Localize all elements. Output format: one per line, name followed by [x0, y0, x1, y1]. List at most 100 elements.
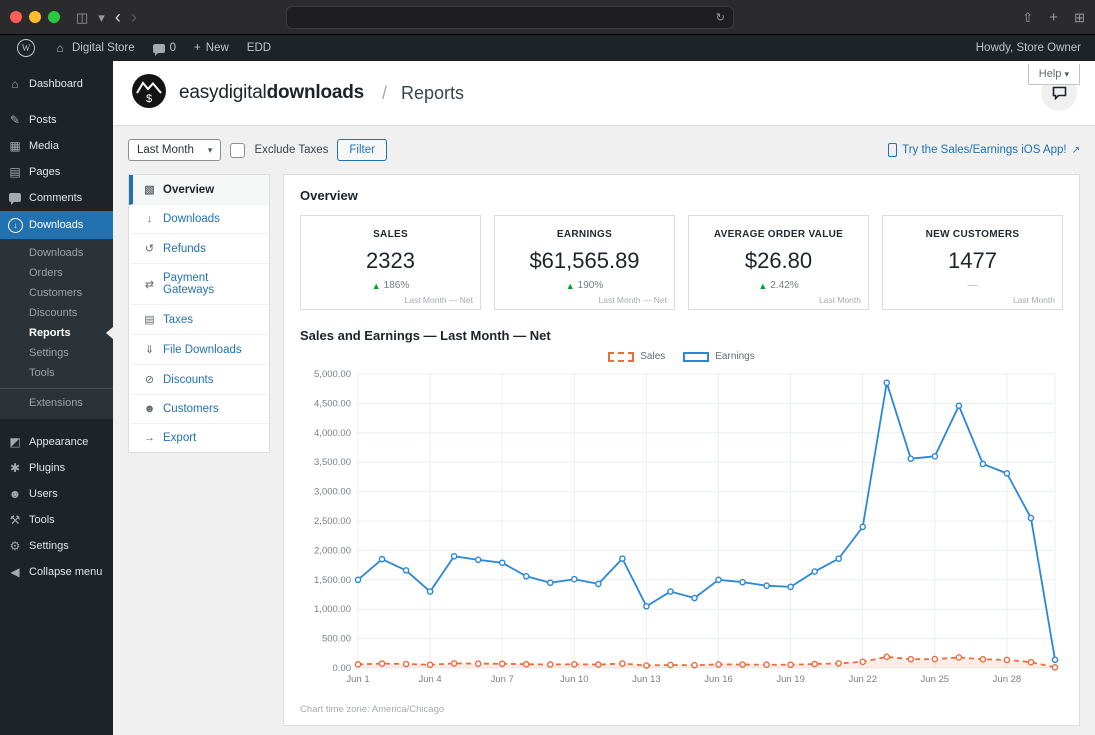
earnings-point[interactable]	[354, 576, 362, 584]
comments-menu[interactable]: 0	[144, 35, 185, 61]
earnings-point[interactable]	[715, 576, 722, 584]
earnings-point[interactable]	[739, 578, 746, 586]
earnings-point[interactable]	[1027, 514, 1035, 522]
share-icon[interactable]: ⇧	[1022, 11, 1033, 24]
tab-export[interactable]: → Export	[129, 424, 269, 452]
earnings-point[interactable]	[402, 567, 410, 574]
sidebar-item-dashboard[interactable]: ⌂ Dashboard	[0, 71, 113, 97]
sidebar-item-media[interactable]: ▦ Media	[0, 133, 113, 159]
sales-point[interactable]	[955, 654, 963, 661]
legend-item-earnings[interactable]: Earnings	[683, 351, 755, 362]
site-name-menu[interactable]: ⌂ Digital Store	[44, 35, 144, 61]
sidebar-item-comments[interactable]: Comments	[0, 185, 113, 211]
sales-point[interactable]	[378, 660, 386, 667]
sales-point[interactable]	[619, 660, 626, 667]
tab-customers[interactable]: ☻ Customers	[129, 395, 269, 424]
earnings-point[interactable]	[787, 583, 794, 591]
earnings-point[interactable]	[883, 379, 891, 387]
earnings-point[interactable]	[811, 568, 818, 575]
earnings-point[interactable]	[931, 453, 939, 460]
sales-point[interactable]	[595, 661, 602, 668]
earnings-point[interactable]	[426, 588, 434, 595]
wp-logo-menu[interactable]: W	[8, 35, 44, 61]
earnings-point[interactable]	[571, 575, 578, 583]
sales-point[interactable]	[859, 658, 867, 666]
earnings-point[interactable]	[474, 556, 482, 564]
legend-item-sales[interactable]: Sales	[608, 351, 665, 362]
submenu-item-reports[interactable]: Reports	[0, 323, 113, 343]
sales-point[interactable]	[450, 660, 458, 667]
earnings-point[interactable]	[498, 559, 506, 567]
sales-point[interactable]	[691, 661, 698, 669]
forward-button[interactable]: ›	[131, 8, 137, 26]
help-button[interactable]: Help ▾	[1027, 64, 1080, 85]
sales-point[interactable]	[907, 655, 915, 663]
tab-discounts[interactable]: ⊘ Discounts	[129, 365, 269, 395]
tab-downloads[interactable]: ↓ Downloads	[129, 205, 269, 234]
earnings-point[interactable]	[595, 580, 602, 588]
sales-point[interactable]	[354, 661, 362, 668]
exclude-taxes-checkbox[interactable]	[230, 142, 246, 158]
submenu-item-discounts[interactable]: Discounts	[0, 303, 113, 323]
sales-point[interactable]	[426, 661, 434, 669]
sidebar-item-downloads[interactable]: ↓ Downloads	[0, 211, 113, 239]
earnings-point[interactable]	[691, 594, 698, 602]
sales-point[interactable]	[811, 660, 818, 668]
filter-button[interactable]: Filter	[337, 139, 387, 161]
earnings-point[interactable]	[1051, 656, 1059, 664]
earnings-point[interactable]	[643, 602, 650, 610]
close-window-button[interactable]	[10, 11, 22, 23]
sidebar-item-users[interactable]: ☻ Users	[0, 481, 113, 507]
earnings-point[interactable]	[378, 555, 386, 563]
sales-point[interactable]	[1051, 663, 1059, 671]
sales-point[interactable]	[739, 661, 746, 668]
sales-point[interactable]	[522, 660, 530, 668]
tab-file-downloads[interactable]: ⇓ File Downloads	[129, 335, 269, 365]
sales-point[interactable]	[883, 653, 891, 661]
sidebar-item-tools[interactable]: ⚒ Tools	[0, 507, 113, 533]
sales-point[interactable]	[571, 660, 578, 668]
tab-overview-icon[interactable]: ⊞	[1074, 11, 1085, 24]
tab-overview[interactable]: ▧ Overview	[129, 175, 269, 205]
edd-menu[interactable]: EDD	[238, 35, 280, 61]
sidebar-item-plugins[interactable]: ✱ Plugins	[0, 455, 113, 481]
submenu-item-customers[interactable]: Customers	[0, 283, 113, 303]
submenu-item-orders[interactable]: Orders	[0, 263, 113, 283]
sales-point[interactable]	[643, 662, 650, 669]
earnings-point[interactable]	[907, 455, 915, 462]
sales-point[interactable]	[787, 661, 794, 669]
tab-payment-gateways[interactable]: ⇄ Payment Gateways	[129, 264, 269, 305]
earnings-point[interactable]	[667, 588, 674, 595]
sidebar-item-posts[interactable]: ✎ Posts	[0, 107, 113, 133]
sales-point[interactable]	[474, 660, 482, 667]
sidebar-item-pages[interactable]: ▤ Pages	[0, 159, 113, 185]
submenu-item-extensions[interactable]: Extensions	[0, 393, 113, 413]
address-bar[interactable]: ↻	[286, 5, 735, 29]
sidebar-item-appearance[interactable]: ◩ Appearance	[0, 429, 113, 455]
earnings-point[interactable]	[955, 402, 963, 410]
reload-icon[interactable]: ↻	[716, 11, 725, 24]
tab-taxes[interactable]: ▤ Taxes	[129, 305, 269, 335]
sidebar-item-collapse-menu[interactable]: ◀ Collapse menu	[0, 559, 113, 585]
sales-point[interactable]	[715, 661, 722, 668]
earnings-point[interactable]	[835, 555, 842, 562]
submenu-item-tools[interactable]: Tools	[0, 363, 113, 383]
sidebar-item-settings[interactable]: ⚙ Settings	[0, 533, 113, 559]
earnings-point[interactable]	[1003, 470, 1011, 477]
sales-point[interactable]	[498, 660, 506, 668]
zoom-window-button[interactable]	[48, 11, 60, 23]
sales-point[interactable]	[667, 661, 674, 669]
new-content-menu[interactable]: + New	[185, 35, 238, 61]
earnings-point[interactable]	[859, 523, 867, 531]
submenu-item-downloads[interactable]: Downloads	[0, 243, 113, 263]
submenu-item-settings[interactable]: Settings	[0, 343, 113, 363]
chevron-down-icon[interactable]: ▾	[98, 11, 105, 24]
sales-point[interactable]	[546, 661, 554, 668]
period-select[interactable]: Last Month ▾	[128, 139, 222, 161]
ios-app-link[interactable]: Try the Sales/Earnings iOS App! ↗	[888, 143, 1080, 157]
sales-point[interactable]	[1027, 658, 1035, 666]
sales-point[interactable]	[1003, 656, 1011, 664]
minimize-window-button[interactable]	[29, 11, 41, 23]
earnings-point[interactable]	[979, 460, 987, 468]
sales-point[interactable]	[931, 655, 939, 663]
